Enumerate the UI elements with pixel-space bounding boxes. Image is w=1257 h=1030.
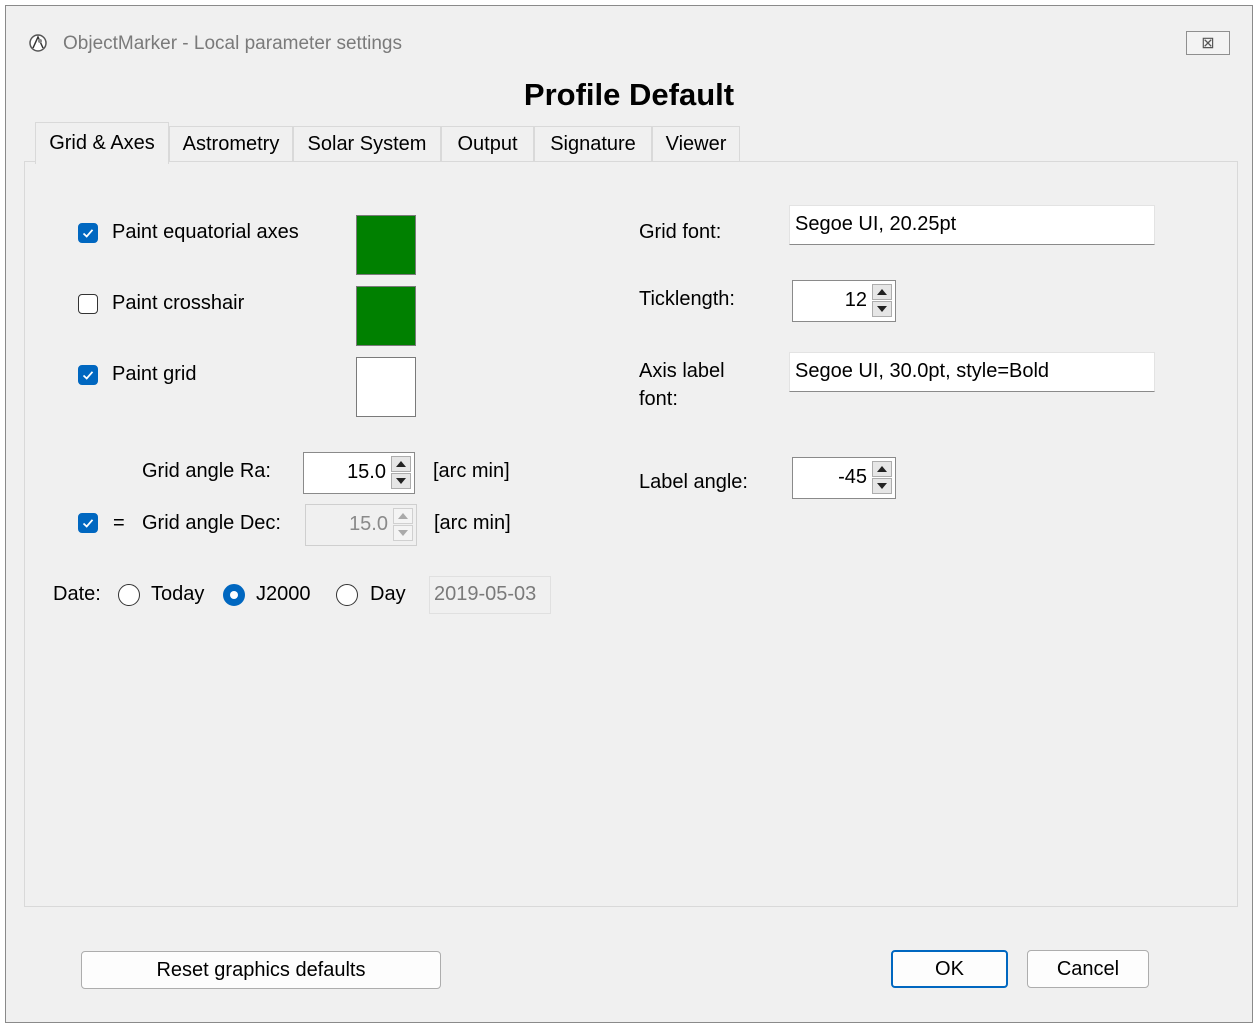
grid-angle-ra-spinner[interactable]: 15.0 — [303, 452, 415, 494]
check-icon — [82, 229, 94, 238]
label-angle-spinner[interactable]: -45 — [792, 457, 896, 499]
paint-crosshair-checkbox[interactable] — [78, 294, 98, 314]
tab-label: Solar System — [307, 133, 427, 155]
label-angle-value: -45 — [838, 466, 867, 488]
spin-down-button[interactable] — [872, 301, 892, 317]
tab-solar-system[interactable]: Solar System — [293, 126, 441, 162]
paint-grid-checkbox[interactable] — [78, 365, 98, 385]
paint-crosshair-label: Paint crosshair — [112, 292, 245, 314]
spin-down-button[interactable] — [872, 478, 892, 494]
ticklength-spinner[interactable]: 12 — [792, 280, 896, 322]
spin-down-button[interactable] — [391, 473, 411, 489]
check-icon — [82, 519, 94, 528]
check-icon — [82, 371, 94, 380]
arrow-down-icon — [398, 530, 408, 536]
tab-label: Viewer — [665, 133, 727, 155]
date-day-radio[interactable] — [336, 584, 358, 606]
date-day-label: Day — [370, 583, 406, 605]
ticklength-label: Ticklength: — [639, 288, 735, 310]
tab-label: Astrometry — [182, 133, 280, 155]
tab-signature[interactable]: Signature — [534, 126, 652, 162]
equals-sign: = — [113, 512, 125, 534]
arrow-down-icon — [396, 478, 406, 484]
arrow-down-icon — [877, 483, 887, 489]
tab-label: Signature — [550, 133, 636, 155]
arrow-up-icon — [398, 513, 408, 519]
tab-grid-axes[interactable]: Grid & Axes — [35, 122, 169, 164]
tab-label: Grid & Axes — [49, 132, 155, 154]
date-j2000-radio[interactable] — [223, 584, 245, 606]
date-today-label: Today — [151, 583, 205, 605]
reset-graphics-defaults-button[interactable]: Reset graphics defaults — [81, 951, 441, 989]
spin-up-button[interactable] — [872, 284, 892, 300]
ticklength-value: 12 — [844, 289, 867, 311]
profile-title: Profile Default — [523, 77, 735, 112]
date-label: Date: — [53, 583, 101, 605]
tab-label: Output — [457, 133, 518, 155]
date-today-radio[interactable] — [118, 584, 140, 606]
axis-label-font-field[interactable]: Segoe UI, 30.0pt, style=Bold — [789, 352, 1155, 392]
spin-down-button — [393, 525, 413, 541]
arrow-up-icon — [877, 289, 887, 295]
axis-label-font-label-line1: Axis label — [639, 360, 725, 382]
tab-astrometry[interactable]: Astrometry — [169, 126, 293, 162]
grid-angle-ra-unit: [arc min] — [433, 460, 510, 482]
spin-up-button[interactable] — [872, 461, 892, 477]
grid-angle-dec-label: Grid angle Dec: — [142, 512, 281, 534]
grid-color-swatch[interactable] — [356, 357, 416, 417]
grid-angle-dec-spinner: 15.0 — [305, 504, 417, 546]
close-icon: ⊠ — [1201, 35, 1215, 52]
objectmarker-app-icon — [29, 34, 47, 52]
paint-equatorial-axes-checkbox[interactable] — [78, 223, 98, 243]
window-title: ObjectMarker - Local parameter settings — [63, 33, 402, 54]
grid-font-label: Grid font: — [639, 221, 722, 243]
tab-output[interactable]: Output — [441, 126, 534, 162]
grid-angle-ra-value: 15.0 — [347, 461, 386, 483]
paint-equatorial-axes-label: Paint equatorial axes — [112, 221, 299, 243]
tab-viewer[interactable]: Viewer — [652, 126, 740, 162]
arrow-up-icon — [396, 461, 406, 467]
dec-equals-ra-checkbox[interactable] — [78, 513, 98, 533]
ok-button[interactable]: OK — [891, 950, 1008, 988]
label-angle-label: Label angle: — [639, 471, 748, 493]
spin-up-button — [393, 508, 413, 524]
axis-label-font-label-line2: font: — [639, 388, 678, 410]
grid-angle-dec-unit: [arc min] — [434, 512, 511, 534]
grid-angle-dec-value: 15.0 — [349, 513, 388, 535]
arrow-up-icon — [877, 466, 887, 472]
arrow-down-icon — [877, 306, 887, 312]
spin-up-button[interactable] — [391, 456, 411, 472]
cancel-button[interactable]: Cancel — [1027, 950, 1149, 988]
day-date-field: 2019-05-03 — [429, 576, 551, 614]
date-j2000-label: J2000 — [256, 583, 311, 605]
paint-grid-label: Paint grid — [112, 363, 197, 385]
grid-angle-ra-label: Grid angle Ra: — [142, 460, 271, 482]
dialog-window: ObjectMarker - Local parameter settings … — [5, 5, 1253, 1023]
equatorial-axes-color-swatch[interactable] — [356, 215, 416, 275]
close-button[interactable]: ⊠ — [1186, 31, 1230, 55]
crosshair-color-swatch[interactable] — [356, 286, 416, 346]
grid-font-field[interactable]: Segoe UI, 20.25pt — [789, 205, 1155, 245]
